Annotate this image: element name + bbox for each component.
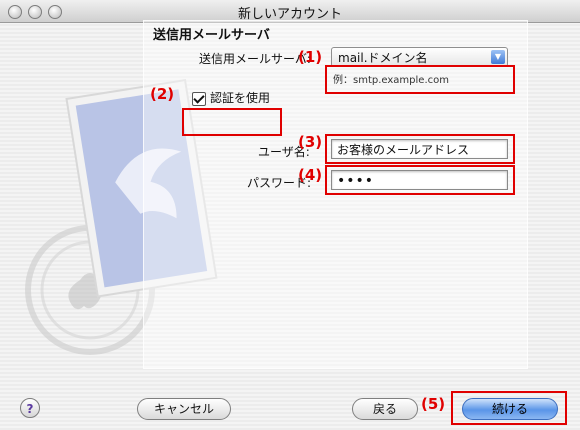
- smtp-server-value: mail.ドメイン名: [338, 51, 428, 65]
- chevron-down-icon: ▼: [491, 50, 505, 64]
- checkbox-checkmark-icon: [192, 92, 206, 106]
- annotation-number-5: (5): [421, 395, 446, 413]
- annotation-box-3: [325, 134, 515, 164]
- annotation-number-4: (4): [298, 166, 323, 184]
- annotation-number-3: (3): [298, 133, 323, 151]
- annotation-box-1: [325, 65, 515, 94]
- continue-button[interactable]: 続ける: [462, 398, 558, 420]
- annotation-box-2: [182, 108, 282, 136]
- annotation-number-1: (1): [298, 48, 323, 66]
- section-title: 送信用メールサーバ: [153, 28, 270, 43]
- smtp-server-label: 送信用メールサーバ:: [199, 52, 311, 66]
- help-button[interactable]: ?: [20, 398, 40, 418]
- cancel-button[interactable]: キャンセル: [137, 398, 231, 420]
- annotation-box-4: [325, 165, 515, 195]
- use-authentication-label: 認証を使用: [210, 91, 271, 105]
- smtp-server-select[interactable]: mail.ドメイン名 ▼: [331, 47, 508, 67]
- annotation-number-2: (2): [150, 85, 175, 103]
- back-button[interactable]: 戻る: [352, 398, 418, 420]
